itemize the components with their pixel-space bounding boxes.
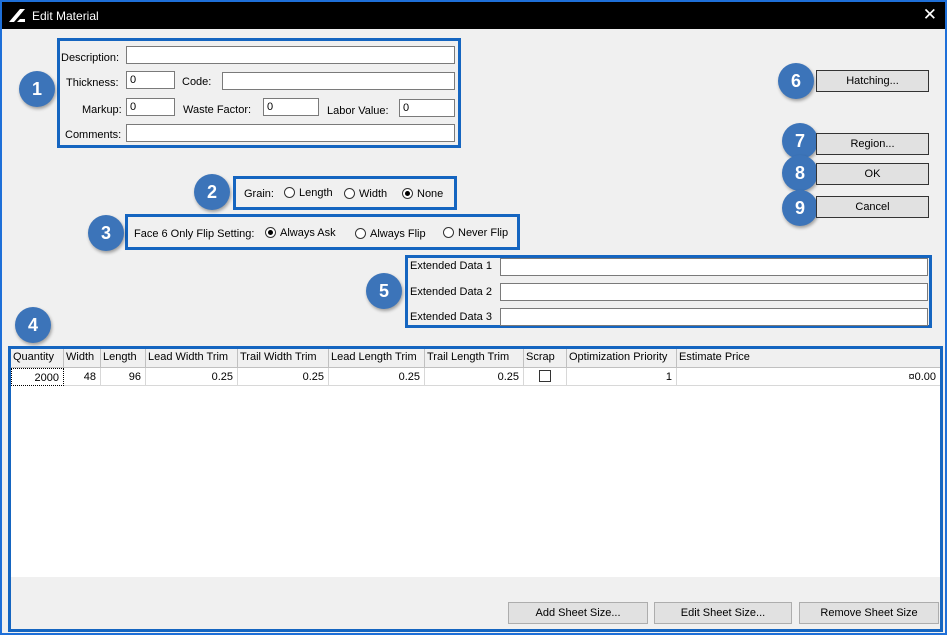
cell-optimization-priority[interactable]: 1 xyxy=(567,368,677,386)
cell-width[interactable]: 48 xyxy=(64,368,101,386)
markup-input[interactable] xyxy=(126,98,175,116)
close-icon[interactable]: ✕ xyxy=(923,5,937,25)
extended-data-3-label: Extended Data 3 xyxy=(410,311,492,323)
code-label: Code: xyxy=(182,76,212,88)
code-input[interactable] xyxy=(222,72,455,90)
add-sheet-size-button[interactable]: Add Sheet Size... xyxy=(508,602,648,624)
grain-width-radio-icon xyxy=(344,188,355,199)
col-lead-length-trim[interactable]: Lead Length Trim xyxy=(329,349,425,367)
badge-6: 6 xyxy=(778,63,814,99)
cell-estimate-price[interactable]: ¤0.00 xyxy=(677,368,940,386)
cell-trail-width-trim[interactable]: 0.25 xyxy=(238,368,329,386)
col-quantity[interactable]: Quantity xyxy=(11,349,64,367)
cancel-button[interactable]: Cancel xyxy=(816,196,929,218)
window-title: Edit Material xyxy=(32,9,99,23)
comments-label: Comments: xyxy=(65,129,122,141)
col-optimization-priority[interactable]: Optimization Priority xyxy=(567,349,677,367)
badge-5: 5 xyxy=(366,273,402,309)
col-trail-length-trim[interactable]: Trail Length Trim xyxy=(425,349,524,367)
grain-length-label: Length xyxy=(299,187,333,199)
col-width[interactable]: Width xyxy=(64,349,101,367)
hatching-button[interactable]: Hatching... xyxy=(816,70,929,92)
badge-3: 3 xyxy=(88,215,124,251)
grain-none-label: None xyxy=(417,188,444,200)
app-logo-icon xyxy=(9,9,25,22)
remove-sheet-size-button[interactable]: Remove Sheet Size xyxy=(799,602,939,624)
col-estimate-price[interactable]: Estimate Price xyxy=(677,349,940,367)
always-flip-label: Always Flip xyxy=(370,228,426,240)
cell-trail-length-trim[interactable]: 0.25 xyxy=(425,368,524,386)
badge-9: 9 xyxy=(782,190,818,226)
extended-data-3-input[interactable] xyxy=(500,308,928,326)
grain-length-radio-icon xyxy=(284,187,295,198)
grain-radio-none[interactable]: None xyxy=(402,188,443,200)
col-trail-width-trim[interactable]: Trail Width Trim xyxy=(238,349,329,367)
cell-lead-length-trim[interactable]: 0.25 xyxy=(329,368,425,386)
never-flip-label: Never Flip xyxy=(458,227,509,239)
col-scrap[interactable]: Scrap xyxy=(524,349,567,367)
always-ask-label: Always Ask xyxy=(280,227,336,239)
badge-2: 2 xyxy=(194,174,230,210)
thickness-input[interactable] xyxy=(126,71,175,89)
extended-data-2-input[interactable] xyxy=(500,283,928,301)
extended-data-1-input[interactable] xyxy=(500,258,928,276)
badge-8: 8 xyxy=(782,155,818,191)
grain-width-label: Width xyxy=(359,188,388,200)
cell-scrap xyxy=(524,368,567,386)
markup-label: Markup: xyxy=(82,104,122,116)
scrap-checkbox[interactable] xyxy=(539,370,551,382)
thickness-label: Thickness: xyxy=(66,77,119,89)
cell-lead-width-trim[interactable]: 0.25 xyxy=(146,368,238,386)
always-ask-radio-icon xyxy=(265,227,276,238)
face6-radio-always-ask[interactable]: Always Ask xyxy=(265,227,336,239)
ok-button[interactable]: OK xyxy=(816,163,929,185)
region-button[interactable]: Region... xyxy=(816,133,929,155)
col-length[interactable]: Length xyxy=(101,349,146,367)
sheet-size-grid[interactable]: Quantity Width Length Lead Width Trim Tr… xyxy=(8,346,943,632)
never-flip-radio-icon xyxy=(443,227,454,238)
col-lead-width-trim[interactable]: Lead Width Trim xyxy=(146,349,238,367)
edit-material-window: Edit Material ✕ 1 Description: Thickness… xyxy=(0,0,947,635)
labor-value-input[interactable] xyxy=(399,99,455,117)
grid-header: Quantity Width Length Lead Width Trim Tr… xyxy=(11,349,940,368)
waste-factor-label: Waste Factor: xyxy=(183,104,252,116)
cell-quantity[interactable]: 2000 xyxy=(11,368,64,386)
badge-4: 4 xyxy=(15,307,51,343)
description-label: Description: xyxy=(61,52,120,64)
badge-7: 7 xyxy=(782,123,818,159)
cell-length[interactable]: 96 xyxy=(101,368,146,386)
always-flip-radio-icon xyxy=(355,228,366,239)
edit-sheet-size-button[interactable]: Edit Sheet Size... xyxy=(654,602,792,624)
extended-data-2-label: Extended Data 2 xyxy=(410,286,492,298)
face6-flip-label: Face 6 Only Flip Setting: xyxy=(134,228,255,240)
waste-factor-input[interactable] xyxy=(263,98,319,116)
labor-value-label: Labor Value: xyxy=(327,105,389,117)
badge-1: 1 xyxy=(19,71,55,107)
grain-radio-width[interactable]: Width xyxy=(344,188,387,200)
face6-radio-always-flip[interactable]: Always Flip xyxy=(355,228,426,240)
grain-label: Grain: xyxy=(244,188,274,200)
description-input[interactable] xyxy=(126,46,455,64)
grain-none-radio-icon xyxy=(402,188,413,199)
comments-input[interactable] xyxy=(126,124,455,142)
title-bar: Edit Material ✕ xyxy=(2,2,945,29)
face6-radio-never-flip[interactable]: Never Flip xyxy=(443,227,508,239)
extended-data-1-label: Extended Data 1 xyxy=(410,260,492,272)
grid-footer: Add Sheet Size... Edit Sheet Size... Rem… xyxy=(11,577,940,629)
grain-radio-length[interactable]: Length xyxy=(284,187,333,199)
